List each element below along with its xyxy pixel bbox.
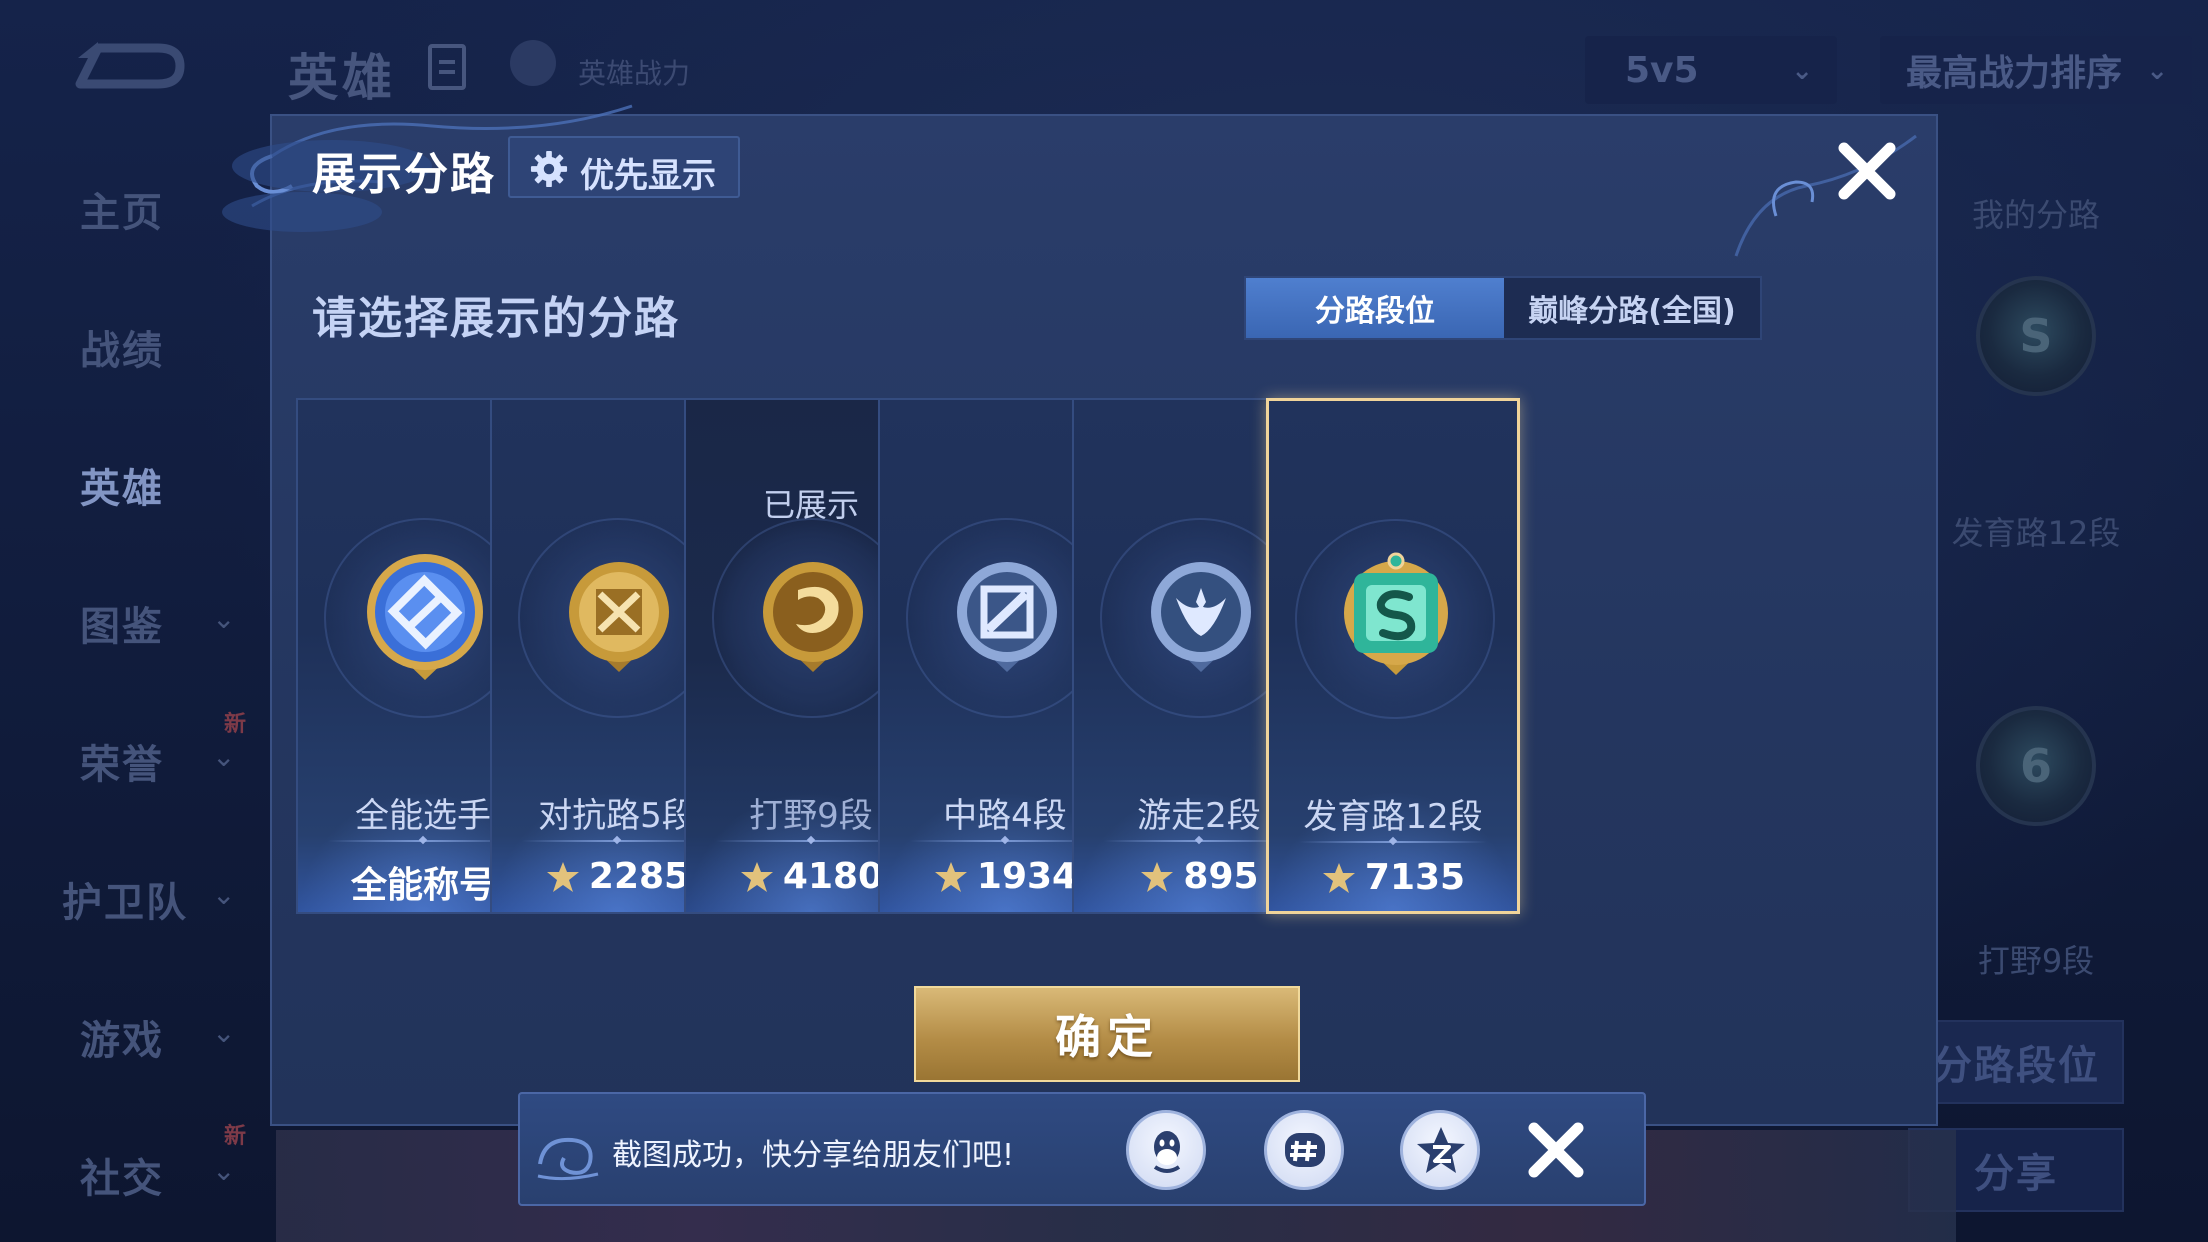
clash-lane-medal-icon [569, 562, 669, 672]
roam-medal-icon [1151, 562, 1251, 672]
lane-display-dialog: 展示分路 优先显示 请选择展示的分路 分路段位 巅峰分路(全国) 全能选手 全能… [222, 104, 1938, 1126]
cloud-ornament-icon [1734, 134, 1917, 257]
close-icon[interactable] [1832, 136, 1902, 206]
my-lanes-header: 我的分路 [1971, 196, 2100, 234]
farm-lane-medal-icon: S [1976, 276, 2096, 396]
chevron-down-icon: ⌄ [1791, 56, 1813, 86]
new-badge: 新 [224, 712, 247, 737]
sidebar-item-guard-team[interactable]: 护卫队 [62, 870, 188, 928]
sidebar-item-heroes[interactable]: 英雄 [80, 456, 164, 514]
combat-power-icon [1322, 862, 1355, 893]
chevron-down-icon: ⌄ [212, 602, 236, 635]
chevron-down-icon: ⌄ [2146, 56, 2168, 86]
lane-card-value: 7135 [1269, 857, 1517, 898]
lane-rank-button[interactable]: 分路段位 [1908, 1020, 2124, 1104]
dialog-subtitle: 请选择展示的分路 [312, 293, 680, 344]
wechat-moments-share-button[interactable] [1264, 1110, 1344, 1190]
card-divider [1299, 841, 1487, 843]
farm-lane-medal-icon [1344, 552, 1448, 675]
lane-card-value-text: 全能称号 [350, 865, 495, 906]
chevron-down-icon: ⌄ [212, 878, 236, 911]
combat-power-icon [740, 861, 773, 892]
chevron-down-icon: ⌄ [212, 1154, 236, 1187]
back-arrow-icon[interactable] [70, 36, 185, 96]
mid-lane-medal-icon [957, 562, 1057, 672]
lane-card-value-text: 2285 [588, 856, 690, 897]
combat-power-icon [934, 861, 967, 892]
close-icon[interactable] [1522, 1116, 1590, 1184]
combat-power-icon [546, 861, 579, 892]
qq-share-button[interactable] [1126, 1110, 1206, 1190]
hero-avatar-icon [510, 40, 556, 86]
lane-card-value-text: 7135 [1364, 857, 1466, 898]
document-icon[interactable] [428, 44, 466, 90]
gear-icon [530, 150, 568, 188]
lane-card-value-text: 895 [1183, 856, 1259, 897]
priority-display-button[interactable]: 优先显示 [508, 136, 740, 198]
sort-dropdown-value: 最高战力排序 [1906, 53, 2123, 94]
confirm-button[interactable]: 确定 [914, 986, 1300, 1082]
tab-peak-lane-national[interactable]: 巅峰分路(全国) [1504, 278, 1760, 338]
sidebar-item-stats[interactable]: 战绩 [80, 318, 164, 376]
combat-power-icon [1141, 861, 1174, 892]
all-round-medal-icon [367, 554, 483, 680]
mode-dropdown-value: 5v5 [1625, 49, 1699, 91]
new-badge: 新 [224, 1124, 247, 1149]
qzone-icon [1417, 1127, 1465, 1173]
jungle-medal-icon: 6 [1976, 706, 2096, 826]
screenshot-share-toast: 截图成功，快分享给朋友们吧! [518, 1092, 1646, 1206]
dialog-title: 展示分路 [312, 149, 496, 200]
lane-card-value-text: 4180 [782, 856, 884, 897]
lane-card-value-text: 1934 [976, 856, 1078, 897]
lane-card-name: 发育路12段 [1303, 797, 1483, 837]
priority-display-label: 优先显示 [580, 156, 716, 196]
my-lane-1: 发育路12段 [1951, 514, 2121, 552]
sidebar-item-honor[interactable]: 荣誉 [80, 732, 164, 790]
sidebar-item-codex[interactable]: 图鉴 [80, 594, 164, 652]
chevron-down-icon: ⌄ [212, 740, 236, 773]
jungle-medal-icon [763, 562, 863, 672]
qq-icon [1153, 1131, 1181, 1173]
chevron-down-icon: ⌄ [212, 1016, 236, 1049]
sort-dropdown[interactable]: 最高战力排序 ⌄ [1880, 36, 2192, 104]
sidebar-item-home[interactable]: 主页 [80, 180, 164, 238]
my-lane-2: 打野9段 [1977, 942, 2095, 980]
my-lanes-panel: 我的分路 S 发育路12段 6 打野9段 分路段位 分享 [1908, 140, 2208, 1242]
sidebar-item-games[interactable]: 游戏 [80, 1008, 164, 1066]
sidebar-item-social[interactable]: 社交 [80, 1146, 164, 1204]
lane-card-farm[interactable]: 发育路12段 7135 [1266, 398, 1520, 914]
toast-message: 截图成功，快分享给朋友们吧! [612, 1138, 1015, 1173]
mode-dropdown[interactable]: 5v5 ⌄ [1585, 36, 1837, 104]
wechat-moments-icon [1285, 1133, 1325, 1167]
tab-lane-rank[interactable]: 分路段位 [1246, 278, 1504, 338]
qzone-share-button[interactable] [1400, 1110, 1480, 1190]
cloud-ornament-icon [537, 1137, 599, 1181]
lane-tabs: 分路段位 巅峰分路(全国) [1244, 276, 1762, 340]
sidebar: 主页 战绩 英雄 图鉴 ⌄ 荣誉 新 ⌄ 护卫队 ⌄ 游戏 ⌄ 社交 新 ⌄ [0, 140, 270, 1242]
